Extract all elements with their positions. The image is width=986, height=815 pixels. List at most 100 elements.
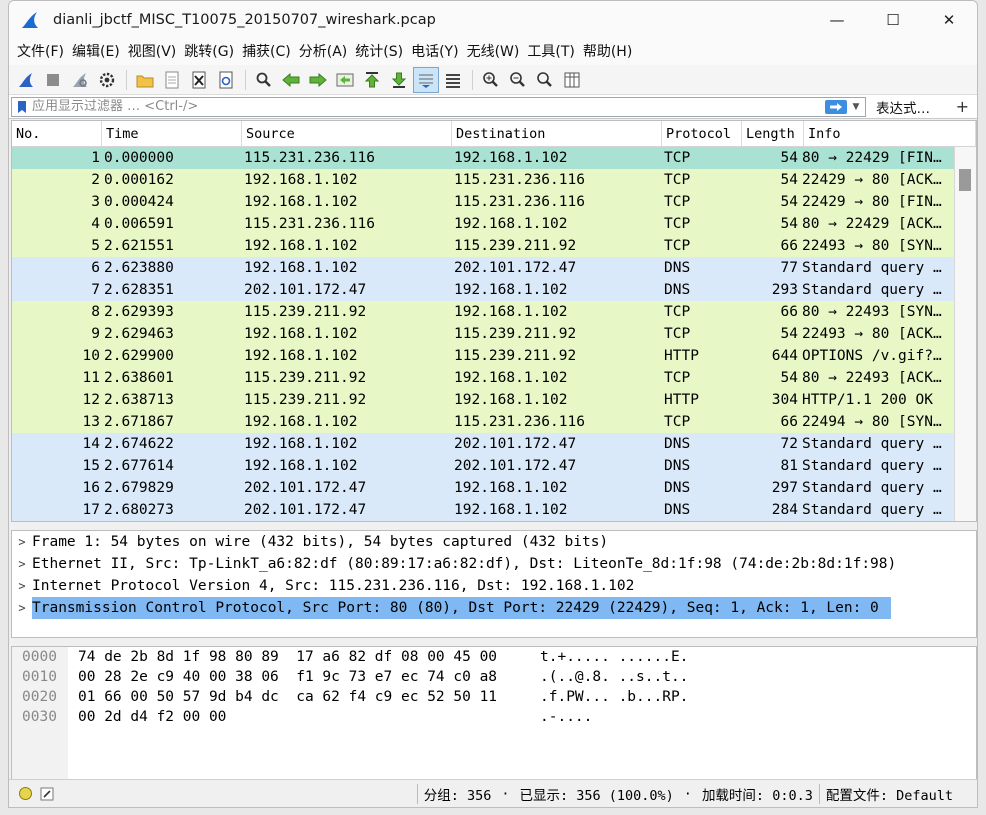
- find-packet-button[interactable]: [251, 67, 277, 93]
- column-header-source[interactable]: Source: [242, 121, 452, 146]
- hex-line[interactable]: 00 28 2e c9 40 00 38 06 f1 9c 73 e7 ec 7…: [78, 667, 497, 687]
- packet-row[interactable]: 17 2.680273 202.101.172.47 192.168.1.102 DNS…: [12, 499, 976, 521]
- capture-options-button[interactable]: [94, 67, 120, 93]
- ascii-line[interactable]: .f.PW... .b...RP.: [540, 687, 688, 707]
- restart-capture-button[interactable]: [67, 67, 93, 93]
- close-file-button[interactable]: [186, 67, 212, 93]
- go-last-packet-button[interactable]: [386, 67, 412, 93]
- packet-row[interactable]: 13 2.671867 192.168.1.102 115.231.236.116 TC…: [12, 411, 976, 433]
- detail-row-frame[interactable]: > Frame 1: 54 bytes on wire (432 bits), …: [12, 531, 976, 553]
- hex-line[interactable]: 00 2d d4 f2 00 00: [78, 707, 497, 727]
- zoom-in-button[interactable]: [478, 67, 504, 93]
- menu-analyze[interactable]: 分析(A): [295, 39, 352, 65]
- menu-go[interactable]: 跳转(G): [180, 39, 238, 65]
- zoom-out-button[interactable]: [505, 67, 531, 93]
- colorize-button[interactable]: [440, 67, 466, 93]
- hex-line[interactable]: 01 66 00 50 57 9d b4 dc ca 62 f4 c9 ec 5…: [78, 687, 497, 707]
- chevron-right-icon[interactable]: >: [12, 597, 32, 619]
- ascii-line[interactable]: .(..@.8. ..s..t..: [540, 667, 688, 687]
- chevron-right-icon[interactable]: >: [12, 531, 32, 553]
- packet-row[interactable]: 11 2.638601 115.239.211.92 192.168.1.102 TCP…: [12, 367, 976, 389]
- detail-row-ethernet[interactable]: > Ethernet II, Src: Tp-LinkT_a6:82:df (8…: [12, 553, 976, 575]
- ascii-dump[interactable]: t.+..... ......E. .(..@.8. ..s..t.. .f.P…: [540, 647, 688, 727]
- reload-file-button[interactable]: [213, 67, 239, 93]
- go-back-button[interactable]: [278, 67, 304, 93]
- packet-row[interactable]: 6 2.623880 192.168.1.102 202.101.172.47 DNS 7…: [12, 257, 976, 279]
- menu-edit[interactable]: 编辑(E): [68, 39, 124, 65]
- packet-row[interactable]: 14 2.674622 192.168.1.102 202.101.172.47 DNS…: [12, 433, 976, 455]
- packet-row[interactable]: 2 0.000162 192.168.1.102 115.231.236.116 TCP…: [12, 169, 976, 191]
- hex-dump[interactable]: 74 de 2b 8d 1f 98 80 89 17 a6 82 df 08 0…: [78, 647, 497, 727]
- packet-destination: 192.168.1.102: [454, 392, 568, 408]
- packet-row[interactable]: 12 2.638713 115.239.211.92 192.168.1.102 HTT…: [12, 389, 976, 411]
- packet-source: 202.101.172.47: [244, 502, 367, 518]
- column-header-no[interactable]: No.: [12, 121, 102, 146]
- expression-button[interactable]: 表达式…: [876, 97, 930, 117]
- column-header-length[interactable]: Length: [742, 121, 804, 146]
- packet-row[interactable]: 4 0.006591 115.231.236.116 192.168.1.102 TCP…: [12, 213, 976, 235]
- go-to-packet-button[interactable]: [332, 67, 358, 93]
- add-filter-button[interactable]: +: [956, 97, 969, 116]
- packet-row[interactable]: 7 2.628351 202.101.172.47 192.168.1.102 DNS 2…: [12, 279, 976, 301]
- packet-info: 22493 → 80 [ACK…: [802, 326, 942, 342]
- filter-history-dropdown[interactable]: ▼: [849, 100, 863, 114]
- normal-size-button[interactable]: [532, 67, 558, 93]
- scrollbar-thumb[interactable]: [959, 169, 971, 191]
- ascii-line[interactable]: t.+..... ......E.: [540, 647, 688, 667]
- packet-row[interactable]: 5 2.621551 192.168.1.102 115.239.211.92 TCP 6…: [12, 235, 976, 257]
- folder-icon: [136, 75, 154, 87]
- packet-row[interactable]: 3 0.000424 192.168.1.102 115.231.236.116 TCP…: [12, 191, 976, 213]
- go-first-packet-button[interactable]: [359, 67, 385, 93]
- menu-capture[interactable]: 捕获(C): [238, 39, 295, 65]
- autoscroll-button[interactable]: [413, 66, 439, 93]
- display-filter-field[interactable]: ▼: [11, 96, 866, 117]
- detail-row-ip[interactable]: > Internet Protocol Version 4, Src: 115.…: [12, 575, 976, 597]
- maximize-button[interactable]: ☐: [865, 1, 921, 39]
- packet-length: 54: [780, 194, 798, 210]
- expert-info-icon[interactable]: [19, 787, 32, 800]
- capture-comment-icon[interactable]: [40, 787, 54, 801]
- menu-wireless[interactable]: 无线(W): [463, 39, 524, 65]
- minimize-button[interactable]: —: [809, 1, 865, 39]
- start-capture-button[interactable]: [13, 67, 39, 93]
- packet-info: Standard query …: [802, 436, 942, 452]
- chevron-right-icon[interactable]: >: [12, 575, 32, 597]
- packet-row[interactable]: 8 2.629393 115.239.211.92 192.168.1.102 TCP 6…: [12, 301, 976, 323]
- menu-statistics[interactable]: 统计(S): [351, 39, 407, 65]
- packet-list-header: No. Time Source Destination Protocol Len…: [12, 121, 976, 147]
- bookmark-icon[interactable]: [15, 100, 29, 114]
- chevron-right-icon[interactable]: >: [12, 553, 32, 575]
- menu-help[interactable]: 帮助(H): [579, 39, 636, 65]
- status-profile[interactable]: 配置文件: Default: [826, 784, 953, 804]
- packet-row[interactable]: 9 2.629463 192.168.1.102 115.239.211.92 TCP 5…: [12, 323, 976, 345]
- hex-line[interactable]: 74 de 2b 8d 1f 98 80 89 17 a6 82 df 08 0…: [78, 647, 497, 667]
- stop-capture-button[interactable]: [40, 67, 66, 93]
- packet-info: Standard query …: [802, 282, 942, 298]
- column-header-destination[interactable]: Destination: [452, 121, 662, 146]
- display-filter-input[interactable]: [32, 99, 865, 114]
- column-header-protocol[interactable]: Protocol: [662, 121, 742, 146]
- open-file-button[interactable]: [132, 67, 158, 93]
- go-forward-button[interactable]: [305, 67, 331, 93]
- menu-telephony[interactable]: 电话(Y): [407, 39, 462, 65]
- close-button[interactable]: ✕: [921, 1, 977, 39]
- menu-tools[interactable]: 工具(T): [523, 39, 578, 65]
- detail-row-tcp[interactable]: > Transmission Control Protocol, Src Por…: [12, 597, 976, 619]
- packet-list-scrollbar[interactable]: [954, 147, 976, 521]
- menu-view[interactable]: 视图(V): [124, 39, 181, 65]
- packet-row[interactable]: 1 0.000000 115.231.236.116 192.168.1.102 TCP…: [12, 147, 976, 169]
- byte-offsets: 0000 0010 0020 0030: [12, 647, 68, 779]
- packet-row[interactable]: 15 2.677614 192.168.1.102 202.101.172.47 DNS…: [12, 455, 976, 477]
- ascii-line[interactable]: .-....: [540, 707, 688, 727]
- column-header-time[interactable]: Time: [102, 121, 242, 146]
- menu-file[interactable]: 文件(F): [13, 39, 68, 65]
- apply-filter-button[interactable]: [825, 99, 847, 114]
- packet-destination: 202.101.172.47: [454, 436, 577, 452]
- resize-columns-button[interactable]: [559, 67, 585, 93]
- packet-row[interactable]: 16 2.679829 202.101.172.47 192.168.1.102 DNS…: [12, 477, 976, 499]
- packet-row[interactable]: 10 2.629900 192.168.1.102 115.239.211.92 HTT…: [12, 345, 976, 367]
- close-file-icon: [192, 71, 206, 88]
- column-header-info[interactable]: Info: [804, 121, 976, 146]
- save-file-button[interactable]: [159, 67, 185, 93]
- reload-icon: [219, 71, 233, 88]
